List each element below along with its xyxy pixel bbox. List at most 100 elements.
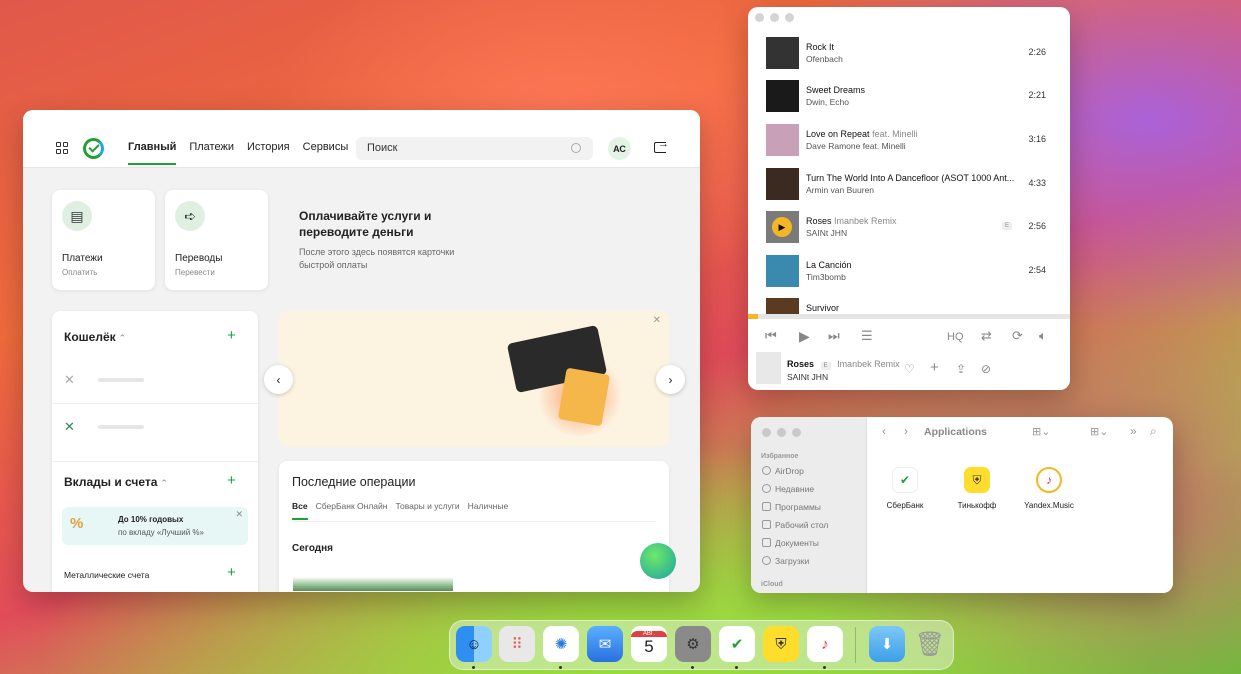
track-title: Sweet Dreams [806,85,866,95]
mail-dock-icon[interactable]: ✉ [587,626,623,662]
tab-goods[interactable]: Товары и услуги [395,501,459,520]
document-icon: ▤ [62,201,92,231]
play-icon[interactable]: ▶ [772,217,792,237]
track-row[interactable]: Survivor [766,298,1056,314]
add-metal-account-button[interactable]: + [227,564,236,581]
close-icon[interactable]: ✕ [235,509,243,520]
yandex-music-dock-icon[interactable]: ♪ [807,626,843,662]
system-settings-dock-icon[interactable]: ⚙ [675,626,711,662]
divider [52,461,258,462]
avatar[interactable]: АС [608,137,631,160]
assistant-bubble-icon[interactable] [640,543,676,579]
track-duration: 3:16 [1028,134,1046,144]
close-window-button[interactable] [755,13,764,22]
app-yandex-music[interactable]: ♪ Yandex.Music [1013,467,1085,510]
repeat-icon[interactable]: ⟳ [1012,328,1023,344]
volume-icon[interactable]: 🔈︎ [1039,328,1047,344]
sber-logo-icon[interactable] [83,138,104,159]
metal-accounts-label[interactable]: Металлические счета [64,570,149,580]
hq-toggle[interactable]: HQ [947,331,964,343]
block-icon[interactable]: ⊘ [981,362,991,376]
nav-main[interactable]: Главный [128,141,177,165]
minimize-window-button[interactable] [777,428,786,437]
track-row[interactable]: ▶ Roses Imanbek Remix SAINt JHN E 2:56 [766,211,1056,243]
percent-icon: % [70,515,84,532]
close-window-button[interactable] [762,428,771,437]
deposits-section-title[interactable]: Вклады и счета ⌃ [64,475,168,489]
track-row[interactable]: La Canción Tim3bomb 2:54 [766,255,1056,287]
sidebar-item-applications[interactable]: Программы [762,502,821,512]
sidebar-item-downloads[interactable]: Загрузки [762,556,809,566]
minimize-window-button[interactable] [770,13,779,22]
close-icon[interactable]: ✕ [653,315,661,326]
app-label: Тинькофф [957,501,997,510]
track-artist: Tim3bomb [806,272,846,282]
finder-dock-icon[interactable]: ☺ [456,626,492,662]
sidebar-item-desktop[interactable]: Рабочий стол [762,520,828,530]
more-chevrons-icon[interactable]: » [1130,424,1137,438]
forward-chevron-icon[interactable]: › [904,424,908,438]
playlist-icon[interactable]: ☰ [861,328,873,344]
add-deposit-button[interactable]: + [227,472,236,489]
apps-grid-icon[interactable] [56,142,68,154]
track-row[interactable]: Love on Repeat feat. Minelli Dave Ramone… [766,124,1056,156]
sidebar-item-recents[interactable]: Недавние [762,484,814,494]
now-playing-artist: SAINt JHN [787,372,829,382]
downloads-folder-dock-icon[interactable]: ⬇ [869,626,905,662]
zoom-window-button[interactable] [792,428,801,437]
track-duration: 2:56 [1028,221,1046,231]
search-input[interactable]: Поиск [356,137,593,160]
wallet-card-row[interactable]: ✕ [64,413,249,441]
track-title: Turn The World Into A Dancefloor (ASOT 1… [806,173,1015,183]
now-playing-cover[interactable] [756,352,781,384]
banner-next-button[interactable]: › [656,365,685,394]
playback-progress-bar[interactable] [748,314,1070,319]
search-icon[interactable]: ⌕ [1150,424,1157,439]
trash-dock-icon[interactable]: 🗑︎ [912,626,948,662]
app-tinkoff[interactable]: ⛨ Тинькофф [941,467,1013,510]
back-chevron-icon[interactable]: ‹ [882,424,886,438]
track-row[interactable]: Rock It Ofenbach 2:26 [766,37,1056,69]
logout-icon[interactable] [654,138,669,153]
add-icon[interactable]: + [930,359,939,376]
zoom-window-button[interactable] [785,13,794,22]
accounts-panel: Кошелёк ⌃ + ✕ ✕ Вклады и счета ⌃ + Металли… [52,311,258,592]
tinkoff-dock-icon[interactable]: ⛨ [763,626,799,662]
finder-window: Избранное AirDrop Недавние Программы Раб… [751,417,1173,593]
heart-icon[interactable]: ♡ [904,362,915,376]
app-sberbank[interactable]: ✔ СберБанк [869,467,941,510]
sidebar-item-airdrop[interactable]: AirDrop [762,466,804,476]
group-icon[interactable]: ⊞⌄ [1090,425,1108,438]
banner-prev-button[interactable]: ‹ [264,365,293,394]
add-wallet-button[interactable]: + [227,327,236,344]
launchpad-dock-icon[interactable]: ⠿ [499,626,535,662]
track-duration: 4:33 [1028,178,1046,188]
quick-payments-card[interactable]: ▤ Платежи Оплатить [52,190,155,290]
quick-transfers-card[interactable]: ➪ Переводы Перевести [165,190,268,290]
play-icon[interactable]: ▶ [799,328,810,345]
next-track-icon[interactable]: ⏭ [828,328,840,344]
nav-payments[interactable]: Платежи [189,141,234,165]
safari-dock-icon[interactable]: ✺ [543,626,579,662]
deposit-promo-badge[interactable]: % До 10% годовых по вкладу «Лучший %» ✕ [62,507,248,545]
album-cover [766,168,799,200]
calendar-dock-icon[interactable]: АВГ. 5 [631,626,667,662]
promo-banner[interactable]: ✕ [279,311,669,447]
view-grid-icon[interactable]: ⊞⌄ [1032,425,1050,438]
tab-all[interactable]: Все [292,501,308,520]
sidebar-item-documents[interactable]: Документы [762,538,819,548]
album-cover [766,80,799,112]
tab-sber-online[interactable]: СберБанк Онлайн [316,501,388,520]
sberbank-dock-icon[interactable]: ✔ [719,626,755,662]
share-icon[interactable]: ⇪ [956,362,966,376]
shuffle-icon[interactable]: ⇄ [981,328,992,344]
wallet-section-title[interactable]: Кошелёк ⌃ [64,330,126,344]
tab-cash[interactable]: Наличные [468,501,509,520]
chevron-up-icon: ⌃ [160,478,168,488]
wallet-card-row[interactable]: ✕ [64,366,249,394]
nav-history[interactable]: История [247,141,290,165]
track-row[interactable]: Turn The World Into A Dancefloor (ASOT 1… [766,168,1056,200]
previous-track-icon[interactable]: ⏮ [765,328,777,344]
track-row[interactable]: Sweet Dreams Dwin, Echo 2:21 [766,80,1056,112]
nav-services[interactable]: Сервисы [303,141,349,165]
